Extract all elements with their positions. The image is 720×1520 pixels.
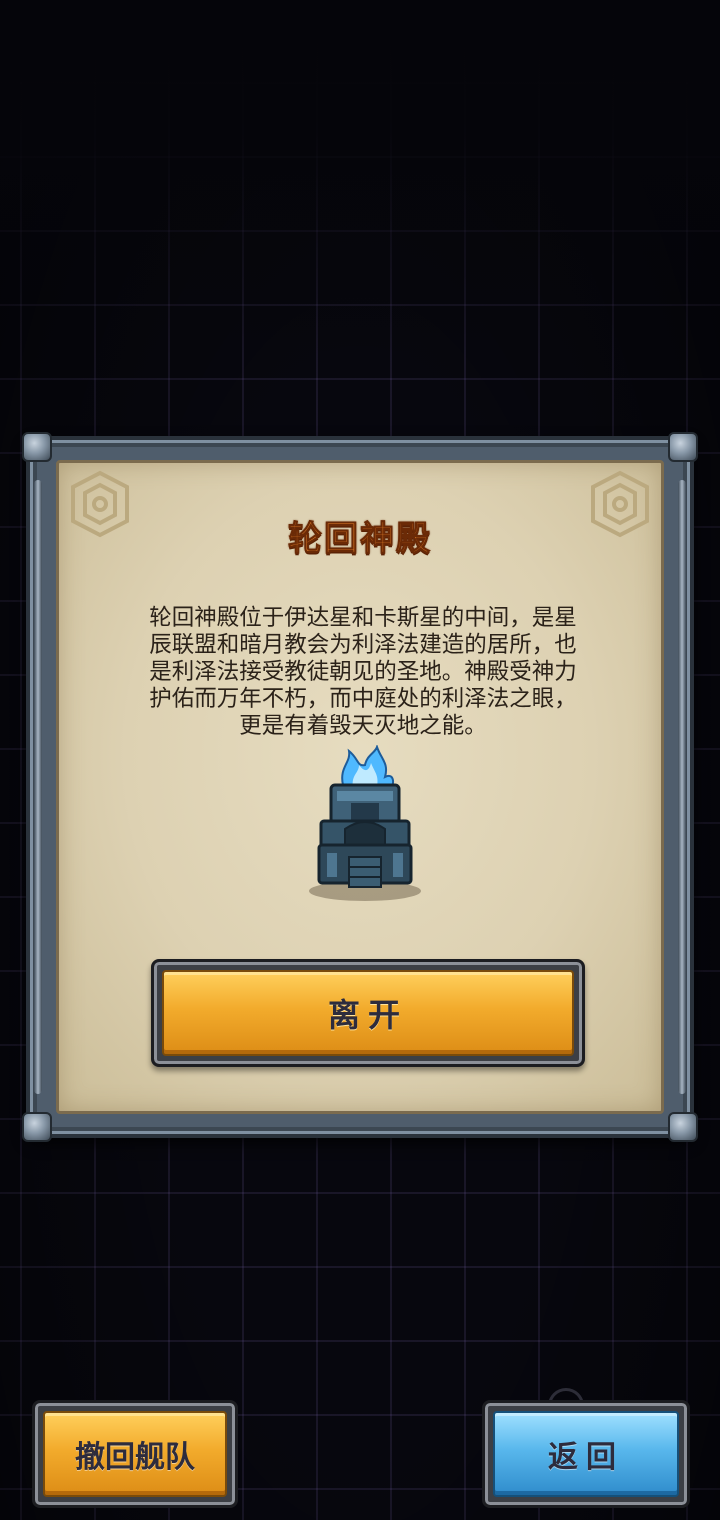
description-line: 护佑而万年不朽，而中庭处的利泽法之眼，	[149, 686, 577, 712]
description-line: 更是有着毁天灭地之能。	[239, 713, 487, 739]
frame-pipe	[678, 480, 686, 1094]
frame-pipe	[34, 480, 42, 1094]
dialog-description: 轮回神殿位于伊达星和卡斯星的中间，是星 辰联盟和暗月教会为利泽法建造的居所，也 …	[117, 605, 609, 740]
temple-icon	[309, 745, 421, 901]
bolt-icon	[668, 1112, 698, 1142]
dialog-panel: 轮回神殿 轮回神殿位于伊达星和卡斯星的中间，是星 辰联盟和暗月教会为利泽法建造的…	[56, 460, 664, 1114]
bolt-icon	[668, 432, 698, 462]
recall-fleet-label: 撤回舰队	[75, 1440, 195, 1475]
description-line: 辰联盟和暗月教会为利泽法建造的居所，也	[149, 632, 577, 658]
description-line: 轮回神殿位于伊达星和卡斯星的中间，是星	[149, 605, 577, 631]
dialog-title: 轮回神殿	[288, 519, 432, 560]
bolt-icon	[22, 1112, 52, 1142]
dialog-frame: 轮回神殿 轮回神殿位于伊达星和卡斯星的中间，是星 辰联盟和暗月教会为利泽法建造的…	[22, 432, 698, 1142]
leave-button-label: 离开	[327, 996, 408, 1034]
return-button[interactable]: 返回	[482, 1400, 690, 1508]
leave-button[interactable]: 离开	[151, 959, 585, 1067]
description-line: 是利泽法接受教徒朝见的圣地。神殿受神力	[149, 659, 577, 685]
bolt-icon	[22, 432, 52, 462]
return-label: 返回	[548, 1440, 624, 1475]
recall-fleet-button[interactable]: 撤回舰队	[32, 1400, 238, 1508]
